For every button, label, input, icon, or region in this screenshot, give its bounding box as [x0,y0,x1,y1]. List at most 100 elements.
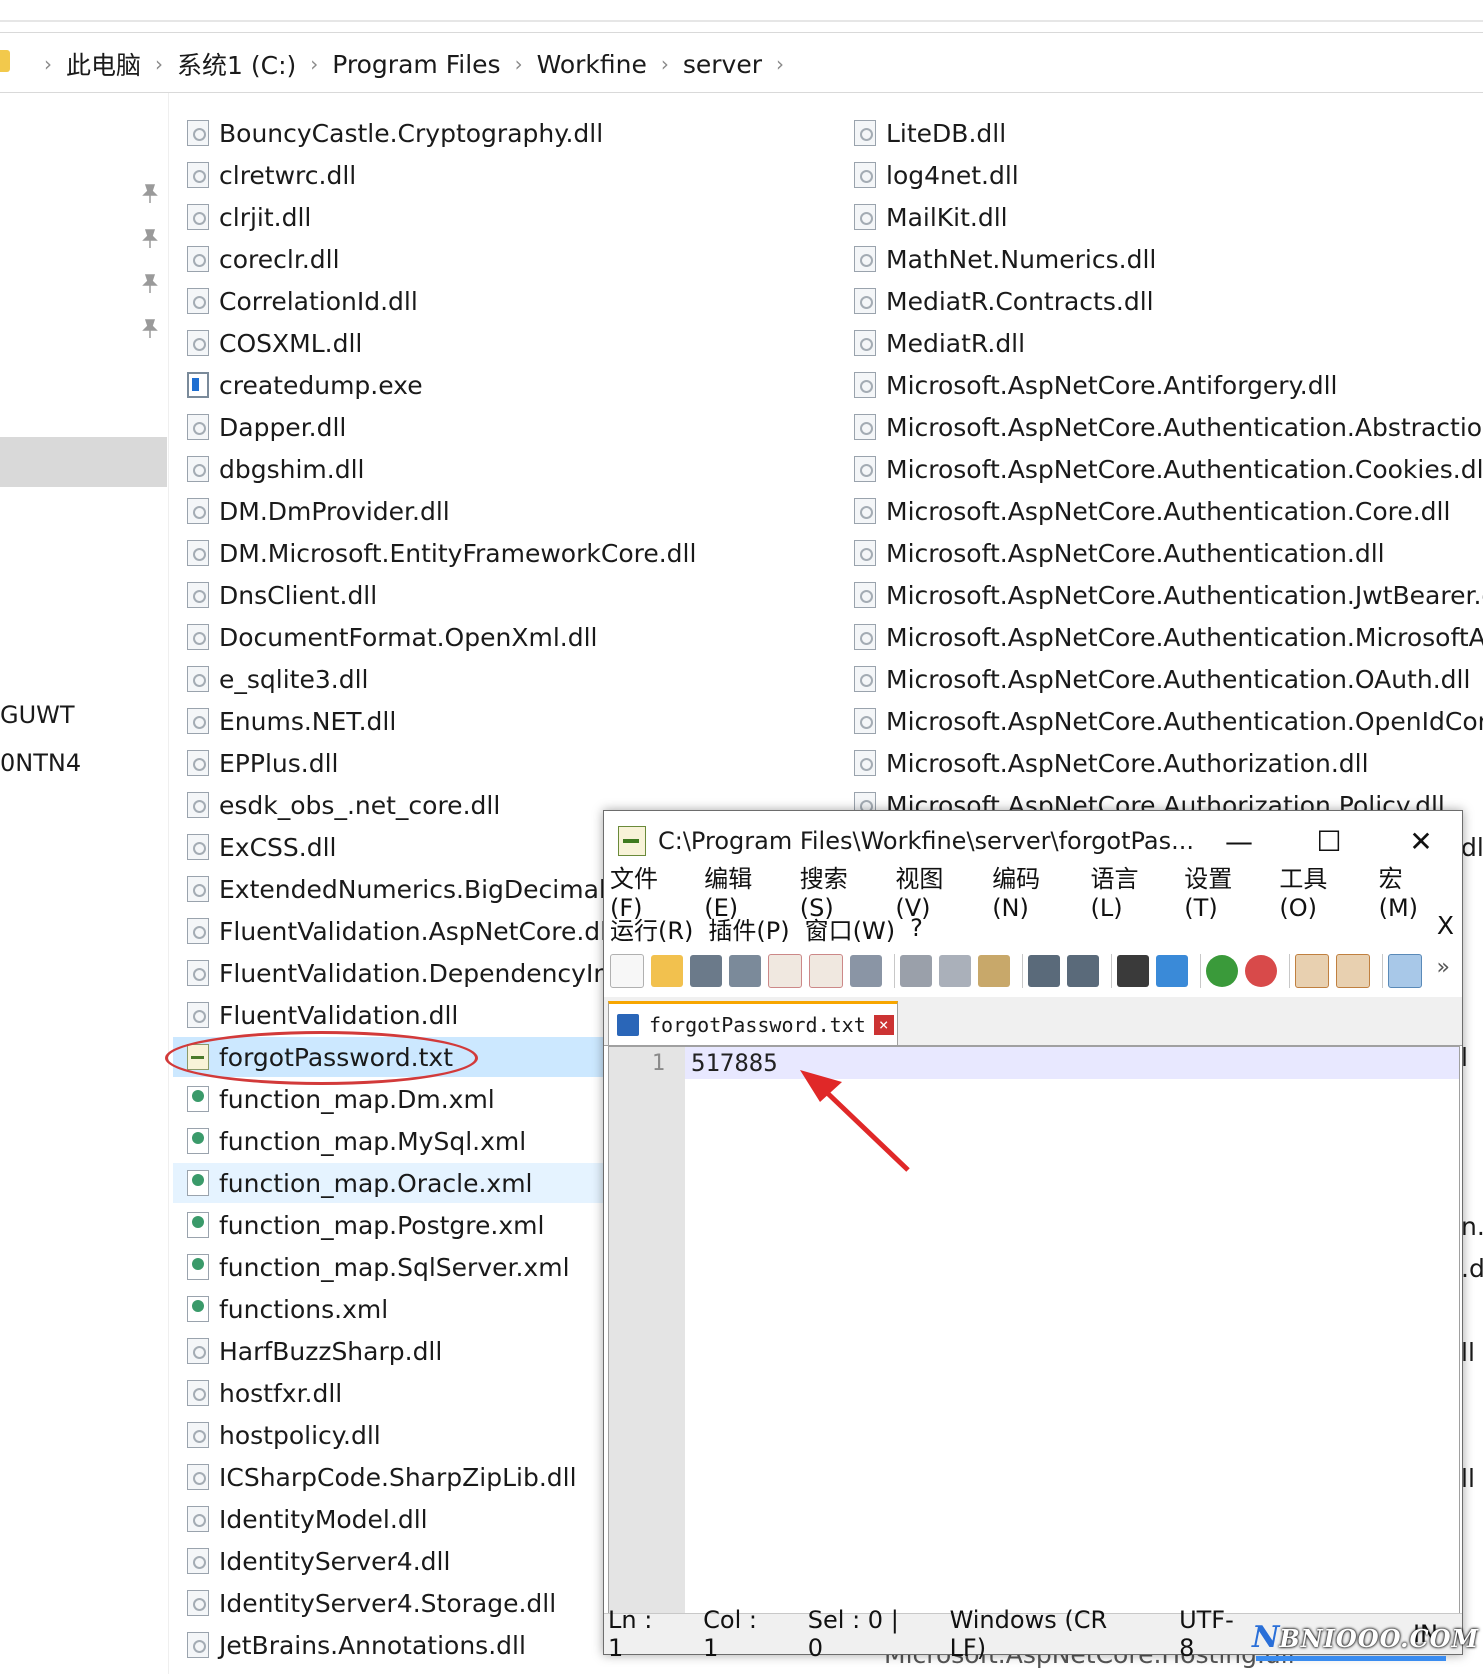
file-item[interactable]: clrjit.dll [187,197,311,237]
chevron-right-icon[interactable]: › [776,52,784,76]
file-item[interactable]: clretwrc.dll [187,155,356,195]
pin-icon[interactable] [140,228,160,250]
file-item[interactable]: function_map.Dm.xml [187,1079,495,1119]
save-icon[interactable] [690,955,722,987]
sync-vertical-icon[interactable] [1295,954,1329,988]
file-item[interactable]: Microsoft.AspNetCore.Authentication.dll [854,533,1385,573]
file-item[interactable]: COSXML.dll [187,323,362,363]
notepad-window[interactable]: C:\Program Files\Workfine\server\forgotP… [603,810,1463,1662]
breadcrumb-item[interactable]: 此电脑 [66,46,141,82]
file-item[interactable]: log4net.dll [854,155,1019,195]
breadcrumb-item[interactable]: Workfine [537,50,647,79]
file-item[interactable]: Microsoft.AspNetCore.Antiforgery.dll [854,365,1338,405]
file-item[interactable]: functions.xml [187,1289,388,1329]
file-item[interactable]: MediatR.dll [854,323,1025,363]
open-folder-icon[interactable] [651,955,683,987]
file-item[interactable]: hostpolicy.dll [187,1415,381,1455]
file-item[interactable]: ICSharpCode.SharpZipLib.dll [187,1457,577,1497]
file-item[interactable]: Microsoft.AspNetCore.Authentication.JwtB… [854,575,1483,615]
file-item[interactable]: dbgshim.dll [187,449,364,489]
sync-horizontal-icon[interactable] [1336,954,1370,988]
close-file-icon[interactable] [768,954,802,988]
file-item[interactable]: ExtendedNumerics.BigDecimal.dll [187,869,644,909]
address-bar[interactable]: › 此电脑 › 系统1 (C:) › Program Files › Workfine › ser… [0,34,1483,93]
file-item[interactable]: DocumentFormat.OpenXml.dll [187,617,597,657]
menu-item[interactable]: ? [910,914,923,942]
nav-item-label[interactable]: 0NTN4 [0,749,81,777]
breadcrumb-item[interactable]: Program Files [332,50,500,79]
chevron-right-icon[interactable]: › [310,52,318,76]
file-item[interactable]: FluentValidation.DependencyInjec [187,953,645,993]
file-item[interactable]: DM.DmProvider.dll [187,491,450,531]
file-item[interactable]: Microsoft.AspNetCore.Authentication.OAut… [854,659,1470,699]
file-item[interactable]: hostfxr.dll [187,1373,342,1413]
file-item[interactable]: MathNet.Numerics.dll [854,239,1156,279]
status-encoding[interactable]: UTF-8 [1179,1606,1249,1662]
undo-icon[interactable] [1028,955,1060,987]
file-item[interactable]: DnsClient.dll [187,575,377,615]
paste-icon[interactable] [978,955,1010,987]
file-item[interactable]: CorrelationId.dll [187,281,418,321]
chevron-right-icon[interactable]: › [155,52,163,76]
zoom-in-icon[interactable] [1206,955,1238,987]
status-eol[interactable]: Windows (CR LF) [950,1606,1152,1662]
file-item[interactable]: e_sqlite3.dll [187,659,368,699]
file-item[interactable]: FluentValidation.dll [187,995,458,1035]
menu-item[interactable]: 设置(T) [1184,859,1264,922]
editor-text[interactable]: 517885 [691,1049,778,1077]
text-editor[interactable]: 1 517885 [608,1046,1460,1614]
file-item[interactable]: Microsoft.AspNetCore.Authentication.Core… [854,491,1450,531]
breadcrumb-item[interactable]: server [683,50,762,79]
pin-icon[interactable] [140,318,160,340]
file-item[interactable]: LiteDB.dll [854,113,1006,153]
chevron-right-icon[interactable]: › [515,52,523,76]
file-item[interactable]: DM.Microsoft.EntityFrameworkCore.dll [187,533,696,573]
nav-item-label[interactable]: GUWT [0,701,75,729]
tab-close-icon[interactable]: × [873,1014,894,1035]
cut-icon[interactable] [900,955,932,987]
file-item[interactable]: Microsoft.AspNetCore.Authorization.dll [854,743,1369,783]
menu-item[interactable]: 插件(P) [708,911,789,946]
tab-forgotpassword[interactable]: forgotPassword.txt × [608,1001,898,1045]
zoom-out-icon[interactable] [1245,955,1277,987]
file-item[interactable]: Dapper.dll [187,407,346,447]
replace-icon[interactable] [1156,955,1188,987]
menu-item[interactable]: 编码(N) [992,859,1075,922]
save-all-icon[interactable] [729,955,761,987]
file-item[interactable]: HarfBuzzSharp.dll [187,1331,442,1371]
file-item[interactable]: FluentValidation.AspNetCore.dll [187,911,614,951]
nav-selected-item[interactable] [0,437,167,487]
print-icon[interactable] [850,955,882,987]
file-item[interactable]: function_map.Oracle.xml [187,1163,533,1203]
file-item[interactable]: Microsoft.AspNetCore.Authentication.Cook… [854,449,1483,489]
new-file-icon[interactable] [610,954,644,988]
file-item[interactable]: esdk_obs_.net_core.dll [187,785,500,825]
file-item[interactable]: coreclr.dll [187,239,340,279]
file-item[interactable]: function_map.MySql.xml [187,1121,526,1161]
word-wrap-icon[interactable] [1388,954,1422,988]
menu-item[interactable]: 语言(L) [1091,859,1170,922]
menu-item[interactable]: 运行(R) [610,911,693,946]
pin-icon[interactable] [140,273,160,295]
file-item[interactable]: Microsoft.AspNetCore.Authentication.Open… [854,701,1483,741]
find-icon[interactable] [1117,955,1149,987]
close-document-button[interactable]: X [1437,911,1454,940]
menu-item[interactable]: 窗口(W) [805,911,895,946]
file-item[interactable]: Microsoft.AspNetCore.Authentication.Abst… [854,407,1483,447]
file-item[interactable]: IdentityServer4.Storage.dll [187,1583,556,1623]
redo-icon[interactable] [1067,955,1099,987]
file-item[interactable]: JetBrains.Annotations.dll [187,1625,526,1665]
file-item[interactable]: Enums.NET.dll [187,701,396,741]
menu-item[interactable]: 宏(M) [1379,859,1441,922]
file-item[interactable]: IdentityServer4.dll [187,1541,450,1581]
chevron-right-icon[interactable]: › [44,52,52,76]
close-all-icon[interactable] [809,954,843,988]
file-item[interactable]: createdump.exe [187,365,423,405]
file-item[interactable]: MediatR.Contracts.dll [854,281,1154,321]
file-item[interactable]: function_map.Postgre.xml [187,1205,544,1245]
pin-icon[interactable] [140,183,160,205]
file-item[interactable]: BouncyCastle.Cryptography.dll [187,113,603,153]
file-item[interactable]: EPPlus.dll [187,743,338,783]
file-item[interactable]: ExCSS.dll [187,827,337,867]
file-item[interactable]: function_map.SqlServer.xml [187,1247,570,1287]
